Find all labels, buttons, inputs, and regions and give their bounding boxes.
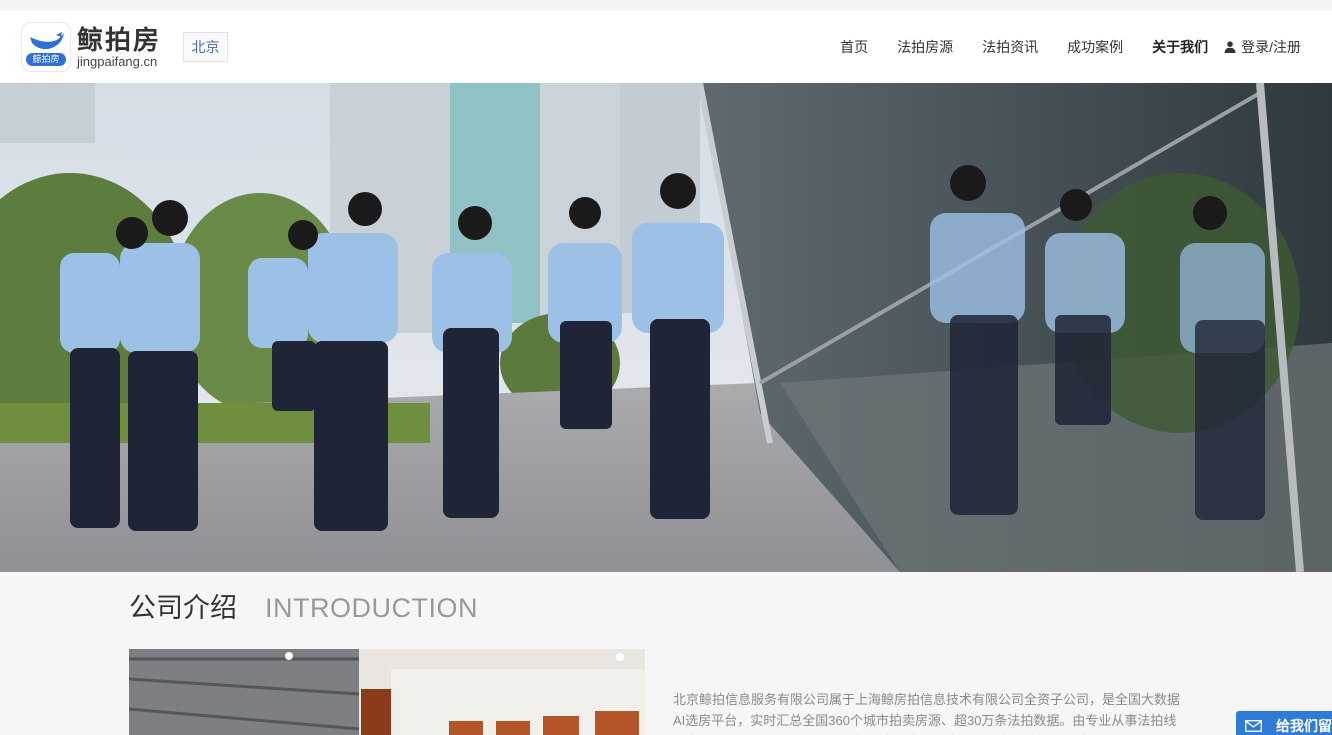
logo-name: 鲸拍房	[77, 25, 162, 55]
section-title-cn: 公司介绍	[129, 593, 237, 623]
nav-about-us[interactable]: 关于我们	[1152, 37, 1208, 57]
section-title-en: INTRODUCTION	[265, 593, 478, 623]
nav-success-cases[interactable]: 成功案例	[1067, 37, 1123, 57]
site-logo[interactable]: 鲸拍房 鲸拍房 jingpaifang.cn	[21, 22, 171, 72]
leave-message-label: 给我们留言	[1276, 718, 1332, 734]
hero-banner-image	[0, 83, 1332, 572]
leave-message-button[interactable]: 给我们留言	[1236, 711, 1332, 735]
top-strip	[0, 0, 1332, 11]
office-photo	[129, 649, 645, 735]
team-walking-photo	[0, 83, 1332, 572]
logo-text: 鲸拍房 jingpaifang.cn	[77, 25, 161, 69]
site-header: 鲸拍房 鲸拍房 jingpaifang.cn 北京 首页 法拍房源 法拍资讯 成…	[0, 11, 1332, 83]
login-register-link[interactable]: 登录/注册	[1224, 37, 1301, 57]
nav-home[interactable]: 首页	[840, 37, 868, 57]
user-icon	[1224, 41, 1236, 53]
nav-auction-news[interactable]: 法拍资讯	[982, 37, 1038, 57]
login-label: 登录/注册	[1241, 39, 1301, 55]
main-nav: 首页 法拍房源 法拍资讯 成功案例 关于我们 登录/注册	[811, 37, 1301, 57]
logo-tag: 鲸拍房	[26, 53, 66, 66]
company-intro-text: 北京鲸拍信息服务有限公司属于上海鲸房拍信息技术有限公司全资子公司，是全国大数据A…	[673, 692, 1181, 735]
mail-icon	[1245, 720, 1262, 732]
section-heading: 公司介绍 INTRODUCTION	[129, 586, 478, 625]
city-selector[interactable]: 北京	[183, 32, 228, 62]
nav-auction-listings[interactable]: 法拍房源	[897, 37, 953, 57]
office-interior-image	[129, 649, 645, 735]
whale-logo-icon: 鲸拍房	[21, 22, 71, 72]
logo-domain: jingpaifang.cn	[77, 54, 158, 69]
